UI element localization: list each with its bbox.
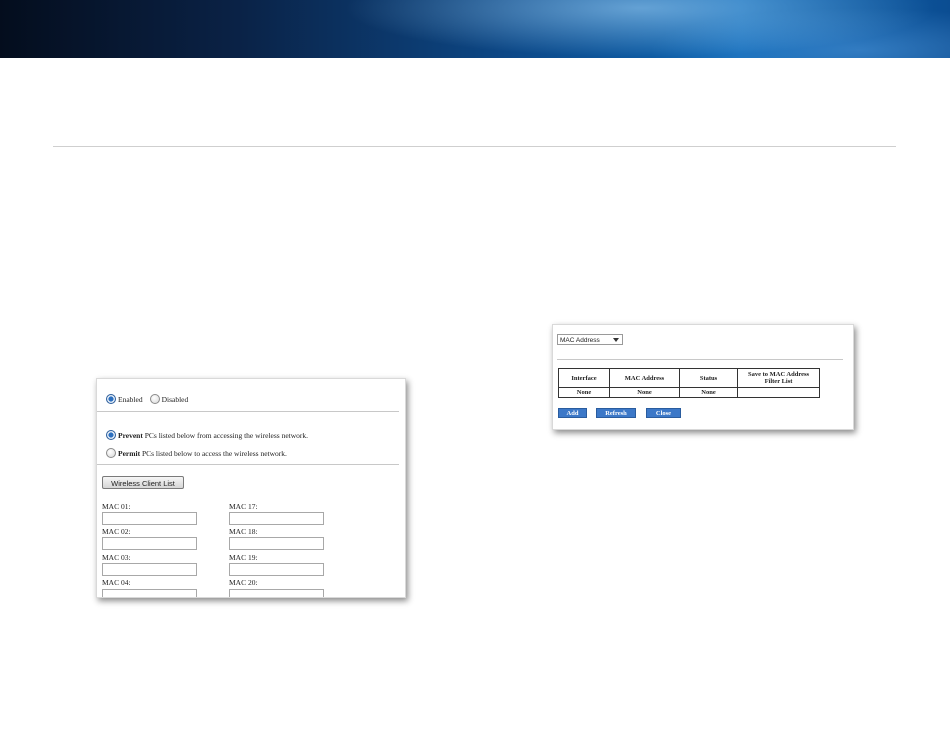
- sort-by-value: MAC Address: [560, 337, 600, 344]
- permit-description: PCs listed below to access the wireless …: [140, 448, 287, 458]
- refresh-button[interactable]: Refresh: [596, 408, 636, 418]
- mac-17-label: MAC 17:: [229, 502, 258, 511]
- wireless-client-list-panel: MAC Address Interface MAC Address Status…: [552, 324, 854, 430]
- prevent-option-row: Prevent PCs listed below from accessing …: [106, 426, 311, 444]
- mac-17-input[interactable]: [229, 512, 324, 525]
- mac-02-label: MAC 02:: [102, 527, 131, 536]
- enabled-radio[interactable]: [106, 394, 116, 405]
- mac-20-label: MAC 20:: [229, 578, 258, 587]
- mac-18-label: MAC 18:: [229, 527, 258, 536]
- mac-01-input[interactable]: [102, 512, 197, 525]
- header-status: Status: [679, 368, 738, 388]
- chevron-down-icon: [613, 338, 619, 342]
- mac-04-input[interactable]: [102, 589, 197, 597]
- add-button[interactable]: Add: [558, 408, 587, 418]
- permit-radio[interactable]: [106, 448, 116, 459]
- table-header-row: Interface MAC Address Status Save to MAC…: [558, 368, 820, 388]
- header-interface: Interface: [558, 368, 610, 388]
- permit-option-row: Permit PCs listed below to access the wi…: [106, 444, 290, 462]
- mac-filter-settings-panel: Enabled Disabled Prevent PCs listed belo…: [96, 378, 406, 598]
- prevent-description: PCs listed below from accessing the wire…: [142, 430, 309, 440]
- enabled-label: Enabled: [118, 394, 143, 404]
- mac-02-input[interactable]: [102, 537, 197, 550]
- mac-03-input[interactable]: [102, 563, 197, 576]
- mac-20-input[interactable]: [229, 589, 324, 597]
- close-button[interactable]: Close: [646, 408, 681, 418]
- divider: [557, 359, 843, 360]
- wireless-client-list-button[interactable]: Wireless Client List: [102, 476, 184, 489]
- sort-by-select[interactable]: MAC Address: [557, 334, 623, 345]
- divider: [97, 464, 399, 465]
- prevent-label: Prevent: [118, 430, 143, 440]
- section-divider: [53, 146, 896, 147]
- disabled-radio[interactable]: [149, 394, 160, 405]
- prevent-radio[interactable]: [106, 430, 116, 441]
- client-table: Interface MAC Address Status Save to MAC…: [558, 368, 820, 398]
- cell-status: None: [679, 387, 738, 398]
- cell-save[interactable]: [737, 387, 820, 398]
- divider: [97, 411, 399, 412]
- cell-interface: None: [558, 387, 610, 398]
- header-save-to-filter: Save to MAC Address Filter List: [737, 368, 820, 388]
- permit-label: Permit: [118, 448, 141, 458]
- table-row: None None None: [558, 387, 820, 398]
- header-mac-address: MAC Address: [609, 368, 680, 388]
- mac-18-input[interactable]: [229, 537, 324, 550]
- filter-status-row: Enabled Disabled: [106, 390, 191, 408]
- mac-03-label: MAC 03:: [102, 553, 131, 562]
- mac-19-label: MAC 19:: [229, 553, 258, 562]
- mac-01-label: MAC 01:: [102, 502, 131, 511]
- disabled-label: Disabled: [161, 394, 189, 404]
- mac-19-input[interactable]: [229, 563, 324, 576]
- header-banner: [0, 0, 950, 58]
- cell-mac-address: None: [609, 387, 680, 398]
- mac-04-label: MAC 04:: [102, 578, 131, 587]
